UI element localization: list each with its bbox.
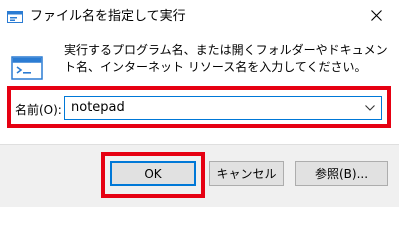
command-combobox[interactable]: notepad: [64, 96, 382, 120]
cancel-button[interactable]: キャンセル: [209, 161, 284, 186]
window-title: ファイル名を指定して実行: [30, 9, 186, 24]
run-icon: [11, 51, 43, 83]
close-button[interactable]: [353, 0, 399, 33]
title-bar: ファイル名を指定して実行: [0, 0, 399, 35]
command-input[interactable]: notepad: [71, 100, 125, 116]
run-app-icon: [7, 9, 23, 25]
chevron-down-icon[interactable]: [361, 99, 379, 117]
browse-button[interactable]: 参照(B)...: [295, 161, 388, 186]
name-label: 名前(O):: [15, 103, 62, 117]
ok-button[interactable]: OK: [110, 161, 196, 186]
instruction-text: 実行するプログラム名、または開くフォルダーやドキュメント名、インターネット リソ…: [64, 43, 388, 74]
close-icon: [370, 9, 382, 24]
